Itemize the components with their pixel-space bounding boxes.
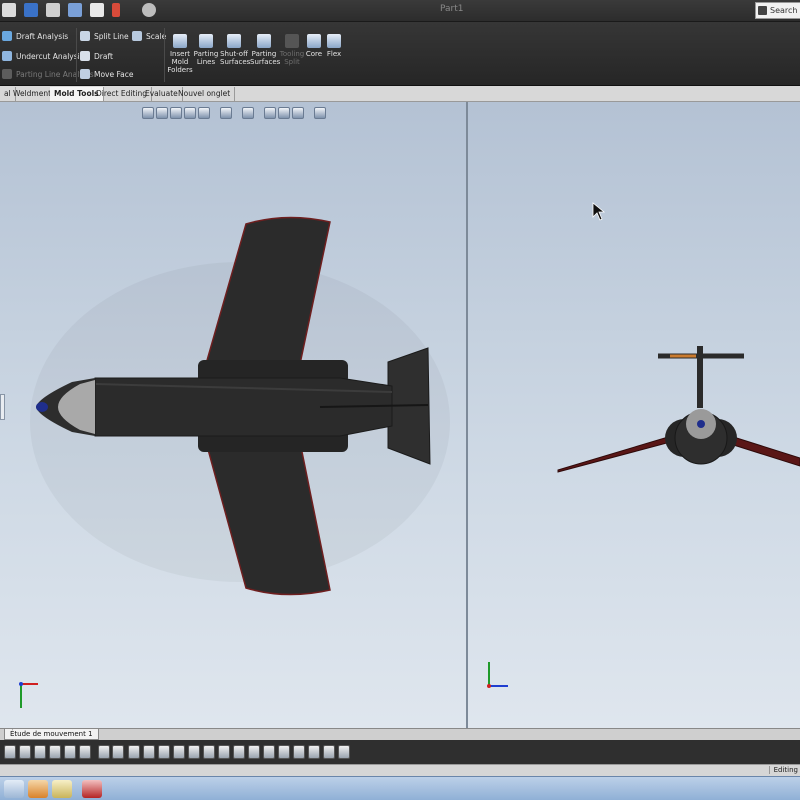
filter-selected-icon[interactable] <box>308 745 320 759</box>
contact-icon[interactable] <box>218 745 230 759</box>
autokey-icon[interactable] <box>128 745 140 759</box>
save-icon[interactable] <box>24 3 38 17</box>
graphics-viewport-top-view[interactable] <box>0 102 466 728</box>
gravity-icon[interactable] <box>233 745 245 759</box>
file-manager-icon[interactable] <box>52 780 72 798</box>
play-icon[interactable] <box>34 745 46 759</box>
insert-mold-folders-button[interactable]: Insert Mold Folders <box>166 34 194 74</box>
title-bar: Part1 Search Co <box>0 0 800 22</box>
results-plots-icon[interactable] <box>248 745 260 759</box>
status-bar: Editing <box>0 764 800 776</box>
document-title: Part1 <box>440 4 464 14</box>
vertical-stabilizer <box>697 346 703 408</box>
parting-line-analysis-icon <box>2 69 12 79</box>
motor-icon[interactable] <box>158 745 170 759</box>
playback-mode-icon[interactable] <box>79 745 91 759</box>
parting-lines-icon <box>199 34 213 48</box>
filter-results-icon[interactable] <box>323 745 335 759</box>
new-document-icon[interactable] <box>2 3 16 17</box>
core-label: Core <box>305 50 323 58</box>
flex-label: Flex <box>326 50 342 58</box>
select-arrow-icon[interactable] <box>90 3 104 17</box>
print-icon[interactable] <box>46 3 60 17</box>
left-wing <box>557 433 679 473</box>
draft-analysis-label: Draft Analysis <box>16 31 69 41</box>
stop-icon[interactable] <box>49 745 61 759</box>
draft-button[interactable]: Draft <box>80 48 113 64</box>
split-line-icon <box>80 31 90 41</box>
save-animation-icon[interactable] <box>98 745 110 759</box>
motion-study-toolbar <box>0 740 800 764</box>
command-tabs: al Weldments Mold Tools Direct Editing E… <box>0 86 800 102</box>
damper-icon[interactable] <box>188 745 200 759</box>
insert-mold-folders-label: Insert Mold Folders <box>167 50 193 74</box>
windows-taskbar <box>0 776 800 800</box>
parting-lines-button[interactable]: Parting Lines <box>192 34 220 66</box>
move-face-label: Move Face <box>94 69 134 79</box>
filter-driving-icon[interactable] <box>293 745 305 759</box>
calculate-icon[interactable] <box>4 745 16 759</box>
move-face-button[interactable]: Move Face <box>80 66 133 82</box>
ribbon-separator <box>164 28 165 82</box>
tooling-split-label: Tooling Split <box>279 50 305 66</box>
animation-wizard-icon[interactable] <box>112 745 124 759</box>
windows-explorer-icon[interactable] <box>4 780 24 798</box>
options-gear-icon[interactable] <box>142 3 156 17</box>
core-icon <box>307 34 321 48</box>
add-key-icon[interactable] <box>143 745 155 759</box>
shutoff-surfaces-label: Shut-off Surfaces <box>220 50 251 66</box>
undercut-analysis-icon <box>2 51 12 61</box>
parting-lines-label: Parting Lines <box>193 50 219 66</box>
flex-button[interactable]: Flex <box>322 34 346 58</box>
undercut-analysis-button[interactable]: Undercut Analysis <box>2 48 84 64</box>
shutoff-surfaces-button[interactable]: Shut-off Surfaces <box>220 34 251 66</box>
draft-analysis-button[interactable]: Draft Analysis <box>2 28 68 44</box>
undo-icon[interactable] <box>68 3 82 17</box>
triad-axis-indicator <box>19 682 38 708</box>
command-manager-ribbon: Draft Analysis Undercut Analysis Parting… <box>0 22 800 86</box>
draft-icon <box>80 51 90 61</box>
insert-mold-folders-icon <box>173 34 187 48</box>
split-line-label: Split Line <box>94 31 129 41</box>
scale-button[interactable]: Scale <box>132 28 166 44</box>
pdf-icon[interactable] <box>82 780 102 798</box>
undercut-analysis-label: Undercut Analysis <box>16 51 84 61</box>
zoom-timeline-icon[interactable] <box>338 745 350 759</box>
tooling-split-icon <box>285 34 299 48</box>
search-icon <box>758 6 767 15</box>
model-motion-tabs: Étude de mouvement 1 <box>0 728 800 740</box>
search-commands-input[interactable]: Search Co <box>755 2 800 19</box>
cad-application-window: Part1 Search Co Draft Analysis Undercut … <box>0 0 800 800</box>
rebuild-icon[interactable] <box>112 3 120 17</box>
tab-nouvel-onglet[interactable]: Nouvel onglet <box>174 87 236 101</box>
split-line-button[interactable]: Split Line <box>80 28 129 44</box>
move-face-icon <box>80 69 90 79</box>
ribbon-separator <box>76 28 77 82</box>
draft-label: Draft <box>94 51 113 61</box>
airplane-model-front-view[interactable] <box>468 102 800 728</box>
triad-axis-indicator-front <box>487 662 508 688</box>
motion-study-tab[interactable]: Étude de mouvement 1 <box>4 729 99 740</box>
nose-tip-front <box>697 420 705 428</box>
parting-surfaces-icon <box>257 34 271 48</box>
playback-speed-icon[interactable] <box>64 745 76 759</box>
nose-tip <box>36 402 48 412</box>
solidworks-icon[interactable] <box>28 780 48 798</box>
status-mode-text: Editing <box>768 766 798 774</box>
shutoff-surfaces-icon <box>227 34 241 48</box>
force-icon[interactable] <box>203 745 215 759</box>
graphics-viewport-front-view[interactable] <box>468 102 800 728</box>
airplane-model-top-view[interactable] <box>0 102 466 728</box>
mouse-cursor <box>592 202 606 221</box>
parting-surfaces-button[interactable]: Parting Surfaces <box>250 34 281 66</box>
spring-icon[interactable] <box>173 745 185 759</box>
filter-animated-icon[interactable] <box>278 745 290 759</box>
flex-icon <box>327 34 341 48</box>
parting-surfaces-label: Parting Surfaces <box>250 50 281 66</box>
draft-analysis-icon <box>2 31 12 41</box>
scale-icon <box>132 31 142 41</box>
play-from-start-icon[interactable] <box>19 745 31 759</box>
motion-study-properties-icon[interactable] <box>263 745 275 759</box>
search-label: Search Co <box>770 6 800 15</box>
